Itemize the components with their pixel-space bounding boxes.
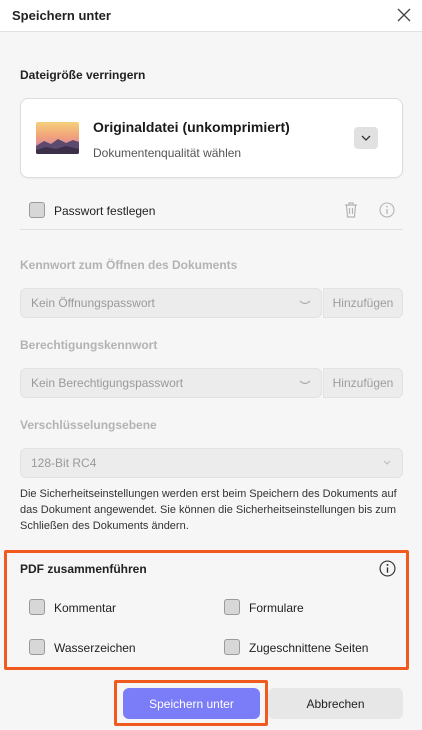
document-thumbnail: [36, 122, 79, 154]
open-password-label: Kennwort zum Öffnen des Dokuments: [20, 258, 238, 272]
chevron-down-icon: [383, 460, 391, 465]
permission-password-field[interactable]: Kein Berechtigungspasswort: [20, 368, 322, 398]
open-password-field[interactable]: Kein Öffnungspasswort: [20, 288, 322, 318]
security-note: Die Sicherheitseinstellungen werden erst…: [20, 488, 397, 532]
password-info-button[interactable]: [378, 201, 396, 219]
merge-cropped-pages-label: Zugeschnittene Seiten: [249, 641, 369, 655]
chevron-down-icon: [299, 300, 311, 305]
chevron-down-icon: [299, 380, 311, 385]
dialog-content: Dateigröße verringern Originaldatei (unk…: [0, 32, 422, 730]
merge-comment-checkbox[interactable]: [29, 599, 45, 615]
compression-select-card[interactable]: Originaldatei (unkomprimiert) Dokumenten…: [20, 98, 403, 178]
merge-forms-label: Formulare: [249, 601, 304, 615]
encryption-level-label: Verschlüsselungsebene: [20, 418, 157, 432]
info-icon: [378, 559, 396, 577]
trash-icon: [345, 202, 357, 218]
close-button[interactable]: [394, 5, 414, 25]
open-password-placeholder: Kein Öffnungspasswort: [31, 296, 155, 310]
permission-password-label: Berechtigungskennwort: [20, 338, 158, 352]
quality-dropdown-button[interactable]: [354, 127, 378, 149]
info-icon: [379, 202, 395, 218]
merge-watermark-checkbox[interactable]: [29, 639, 45, 655]
merge-comment-label: Kommentar: [54, 601, 117, 615]
encryption-level-value: 128-Bit RC4: [31, 456, 97, 470]
permission-password-add-button[interactable]: Hinzufügen: [323, 368, 403, 398]
save-as-button[interactable]: Speichern unter: [123, 688, 260, 719]
merge-forms-checkbox[interactable]: [224, 599, 240, 615]
dialog-title: Speichern unter: [12, 8, 111, 23]
set-password-label: Passwort festlegen: [54, 204, 156, 218]
encryption-level-select[interactable]: 128-Bit RC4: [20, 448, 403, 478]
merge-pdf-heading: PDF zusammenführen: [20, 562, 147, 576]
open-password-add-button[interactable]: Hinzufügen: [323, 288, 403, 318]
merge-info-button[interactable]: [378, 559, 396, 577]
chevron-down-icon: [361, 135, 371, 141]
merge-watermark-label: Wasserzeichen: [54, 641, 136, 655]
reduce-size-heading: Dateigröße verringern: [20, 68, 146, 82]
section-divider: [20, 229, 403, 230]
permission-password-placeholder: Kein Berechtigungspasswort: [31, 376, 184, 390]
title-bar: Speichern unter: [0, 0, 422, 32]
cancel-button[interactable]: Abbrechen: [268, 688, 403, 719]
set-password-checkbox[interactable]: [29, 202, 45, 218]
close-icon: [397, 8, 411, 22]
selected-quality-subtitle: Dokumentenqualität wählen: [93, 146, 242, 160]
selected-quality-title: Originaldatei (unkomprimiert): [93, 119, 290, 135]
merge-cropped-pages-checkbox[interactable]: [224, 639, 240, 655]
trash-button[interactable]: [342, 200, 360, 220]
